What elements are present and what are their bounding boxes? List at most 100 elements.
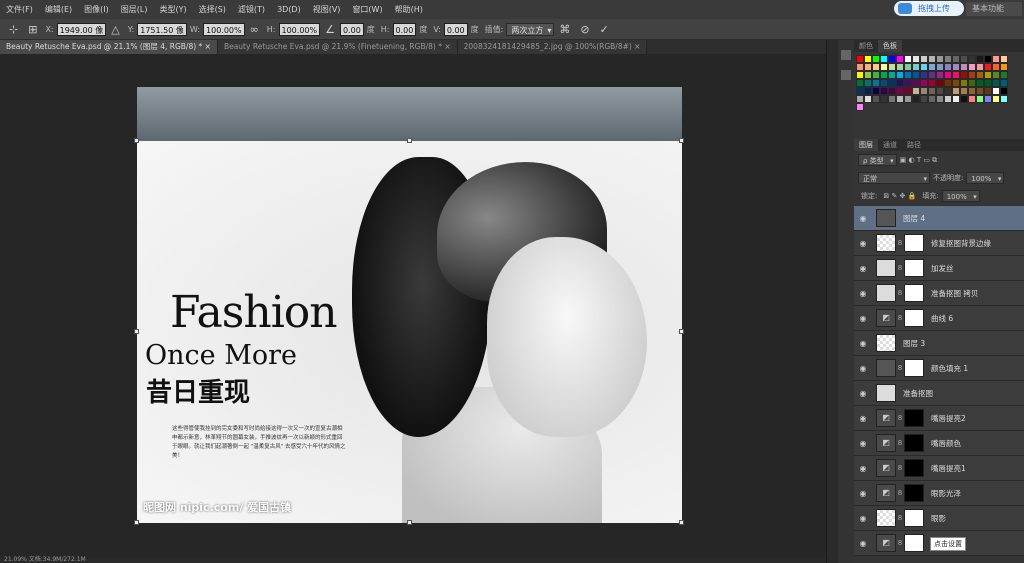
- color-swatch[interactable]: [880, 79, 888, 87]
- height-input[interactable]: 100.00%: [278, 22, 321, 36]
- reference-point-icon[interactable]: ⊞: [28, 23, 37, 36]
- blend-mode-select[interactable]: 正常: [858, 172, 930, 185]
- color-swatch[interactable]: [1000, 87, 1008, 95]
- menu-item-4[interactable]: 类型(Y): [159, 4, 186, 15]
- color-swatch[interactable]: [944, 95, 952, 103]
- visibility-eye-icon[interactable]: ◉: [854, 214, 872, 223]
- layer-row[interactable]: ◉ ◩ 8 嘴唇颜色: [854, 431, 1024, 456]
- layer-mask-thumbnail[interactable]: [904, 309, 924, 327]
- color-swatch[interactable]: [880, 87, 888, 95]
- menu-item-7[interactable]: 3D(D): [277, 5, 301, 14]
- color-swatch[interactable]: [920, 95, 928, 103]
- visibility-eye-icon[interactable]: ◉: [854, 364, 872, 373]
- color-swatch[interactable]: [976, 63, 984, 71]
- menu-item-3[interactable]: 图层(L): [121, 4, 148, 15]
- relative-position-icon[interactable]: △: [111, 23, 119, 36]
- color-swatch[interactable]: [936, 63, 944, 71]
- color-swatch[interactable]: [888, 63, 896, 71]
- color-swatch[interactable]: [936, 71, 944, 79]
- mask-link-icon[interactable]: 8: [896, 514, 904, 522]
- layer-row[interactable]: ◉ 8 颜色填充 1: [854, 356, 1024, 381]
- color-swatch[interactable]: [936, 87, 944, 95]
- color-swatch[interactable]: [896, 79, 904, 87]
- color-swatch[interactable]: [880, 63, 888, 71]
- color-swatch[interactable]: [960, 55, 968, 63]
- color-swatch[interactable]: [968, 71, 976, 79]
- mask-link-icon[interactable]: 8: [896, 364, 904, 372]
- color-swatch[interactable]: [904, 63, 912, 71]
- lock-icons[interactable]: ⊠ ✎ ✥ 🔒: [883, 192, 916, 200]
- color-swatch[interactable]: [944, 63, 952, 71]
- color-swatch[interactable]: [976, 55, 984, 63]
- visibility-eye-icon[interactable]: ◉: [854, 389, 872, 398]
- color-swatch[interactable]: [1000, 71, 1008, 79]
- color-swatch[interactable]: [864, 87, 872, 95]
- color-swatch[interactable]: [992, 95, 1000, 103]
- color-swatch[interactable]: [960, 95, 968, 103]
- transform-tool-icon[interactable]: ⊹: [9, 23, 18, 36]
- layer-mask-thumbnail[interactable]: [904, 484, 924, 502]
- color-swatch[interactable]: [960, 71, 968, 79]
- tab-paths[interactable]: 路径: [902, 139, 926, 151]
- color-swatch[interactable]: [872, 71, 880, 79]
- color-swatch[interactable]: [968, 55, 976, 63]
- menu-item-9[interactable]: 窗口(W): [352, 4, 382, 15]
- color-swatch[interactable]: [952, 63, 960, 71]
- properties-icon[interactable]: [841, 70, 851, 80]
- color-swatch[interactable]: [944, 87, 952, 95]
- transform-handle-bm[interactable]: [407, 520, 412, 525]
- layer-row[interactable]: ◉ 准备抠图: [854, 381, 1024, 406]
- color-swatch[interactable]: [928, 63, 936, 71]
- commit-icon[interactable]: ✓: [600, 23, 609, 36]
- color-swatch[interactable]: [992, 63, 1000, 71]
- color-swatch[interactable]: [952, 95, 960, 103]
- y-input[interactable]: 1751.50 像: [137, 22, 187, 36]
- visibility-eye-icon[interactable]: ◉: [854, 339, 872, 348]
- mask-link-icon[interactable]: 8: [896, 414, 904, 422]
- layer-row[interactable]: ◉ 图层 4: [854, 206, 1024, 231]
- layer-mask-thumbnail[interactable]: [904, 409, 924, 427]
- layer-mask-thumbnail[interactable]: [904, 434, 924, 452]
- color-swatch[interactable]: [992, 55, 1000, 63]
- layer-row[interactable]: ◉ 8 加发丝: [854, 256, 1024, 281]
- color-swatch[interactable]: [912, 95, 920, 103]
- interpolation-select[interactable]: 两次立方: [506, 22, 555, 37]
- color-swatch[interactable]: [904, 71, 912, 79]
- color-swatch[interactable]: [864, 55, 872, 63]
- color-swatch[interactable]: [920, 79, 928, 87]
- layer-mask-thumbnail[interactable]: [904, 459, 924, 477]
- color-swatch[interactable]: [896, 55, 904, 63]
- color-swatch[interactable]: [904, 87, 912, 95]
- color-swatch[interactable]: [968, 95, 976, 103]
- menu-item-5[interactable]: 选择(S): [199, 4, 226, 15]
- color-swatch[interactable]: [856, 87, 864, 95]
- tab-document-3[interactable]: 2008324181429485_2.jpg @ 100%(RGB/8#) ×: [457, 40, 648, 54]
- color-swatch[interactable]: [888, 87, 896, 95]
- color-swatch[interactable]: [976, 79, 984, 87]
- mask-link-icon[interactable]: 8: [896, 439, 904, 447]
- color-swatch[interactable]: [896, 95, 904, 103]
- color-swatch[interactable]: [864, 79, 872, 87]
- visibility-eye-icon[interactable]: ◉: [854, 539, 872, 548]
- color-swatch[interactable]: [952, 71, 960, 79]
- layer-row[interactable]: ◉ ◩ 8 曲线 6: [854, 306, 1024, 331]
- visibility-eye-icon[interactable]: ◉: [854, 289, 872, 298]
- document-canvas[interactable]: Fashion Once More 昔日重现 这些得管使我挂到的完女委和写时尚给…: [137, 87, 682, 523]
- menu-item-8[interactable]: 视图(V): [313, 4, 341, 15]
- color-swatch[interactable]: [880, 71, 888, 79]
- color-swatch[interactable]: [864, 63, 872, 71]
- layer-row[interactable]: ◉ 8 修复抠图背景边缘: [854, 231, 1024, 256]
- transform-handle-tr[interactable]: [679, 138, 684, 143]
- tab-layers[interactable]: 图层: [854, 139, 878, 151]
- color-swatch[interactable]: [984, 63, 992, 71]
- color-swatch[interactable]: [952, 87, 960, 95]
- color-swatch[interactable]: [856, 63, 864, 71]
- color-swatch[interactable]: [904, 55, 912, 63]
- layer-row[interactable]: ◉ 8 准备抠图 拷贝: [854, 281, 1024, 306]
- color-swatch[interactable]: [960, 87, 968, 95]
- color-swatch[interactable]: [896, 87, 904, 95]
- color-swatch[interactable]: [928, 55, 936, 63]
- tab-document-1[interactable]: Beauty Retusche Eva.psd @ 21.1% (图层 4, R…: [0, 40, 218, 54]
- layer-row[interactable]: ◉ ◩ 8 嘴唇提亮2: [854, 406, 1024, 431]
- tab-document-2[interactable]: Beauty Retusche Eva.psd @ 21.9% (Finetue…: [217, 40, 458, 54]
